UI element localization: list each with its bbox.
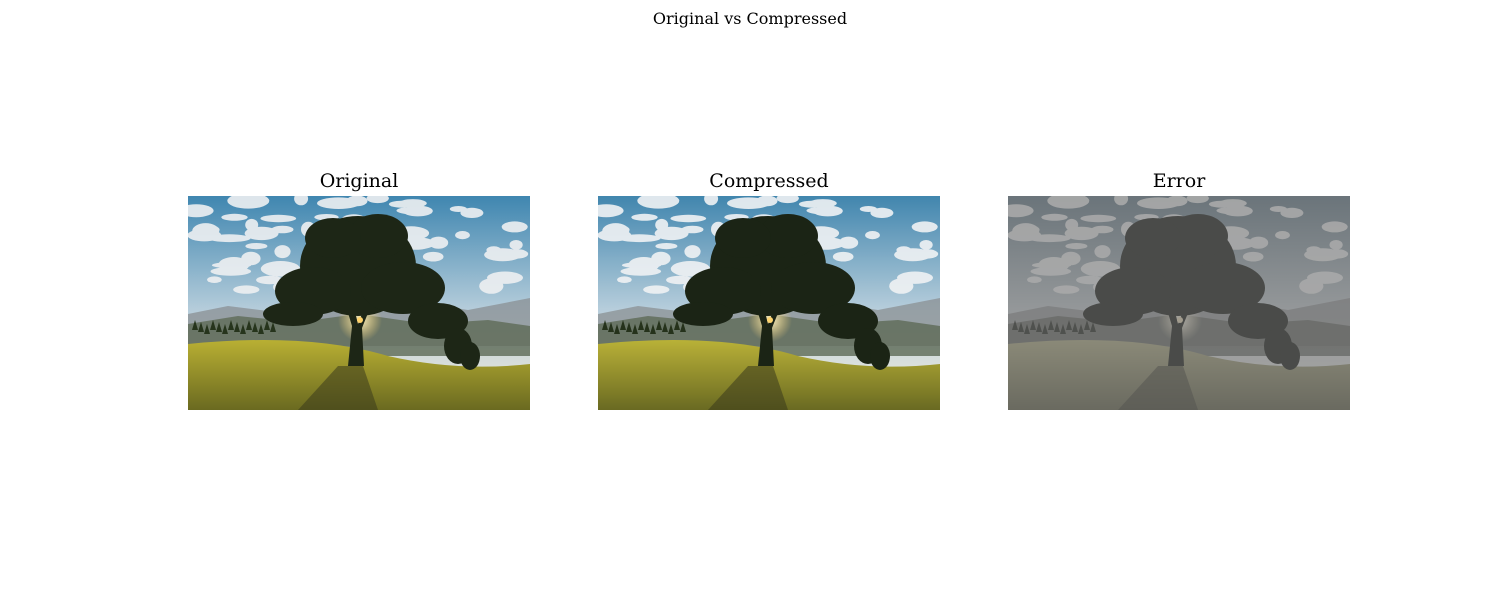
panel-title-compressed: Compressed [709,170,829,192]
panel-error: Error [1008,170,1350,410]
panel-title-original: Original [319,170,399,192]
compressed-image [598,196,940,410]
error-image [1008,196,1350,410]
panel-original: Original [188,170,530,410]
panel-compressed: Compressed [598,170,940,410]
panel-title-error: Error [1152,170,1206,192]
original-image [188,196,530,410]
figure-title: Original vs Compressed [652,9,848,28]
